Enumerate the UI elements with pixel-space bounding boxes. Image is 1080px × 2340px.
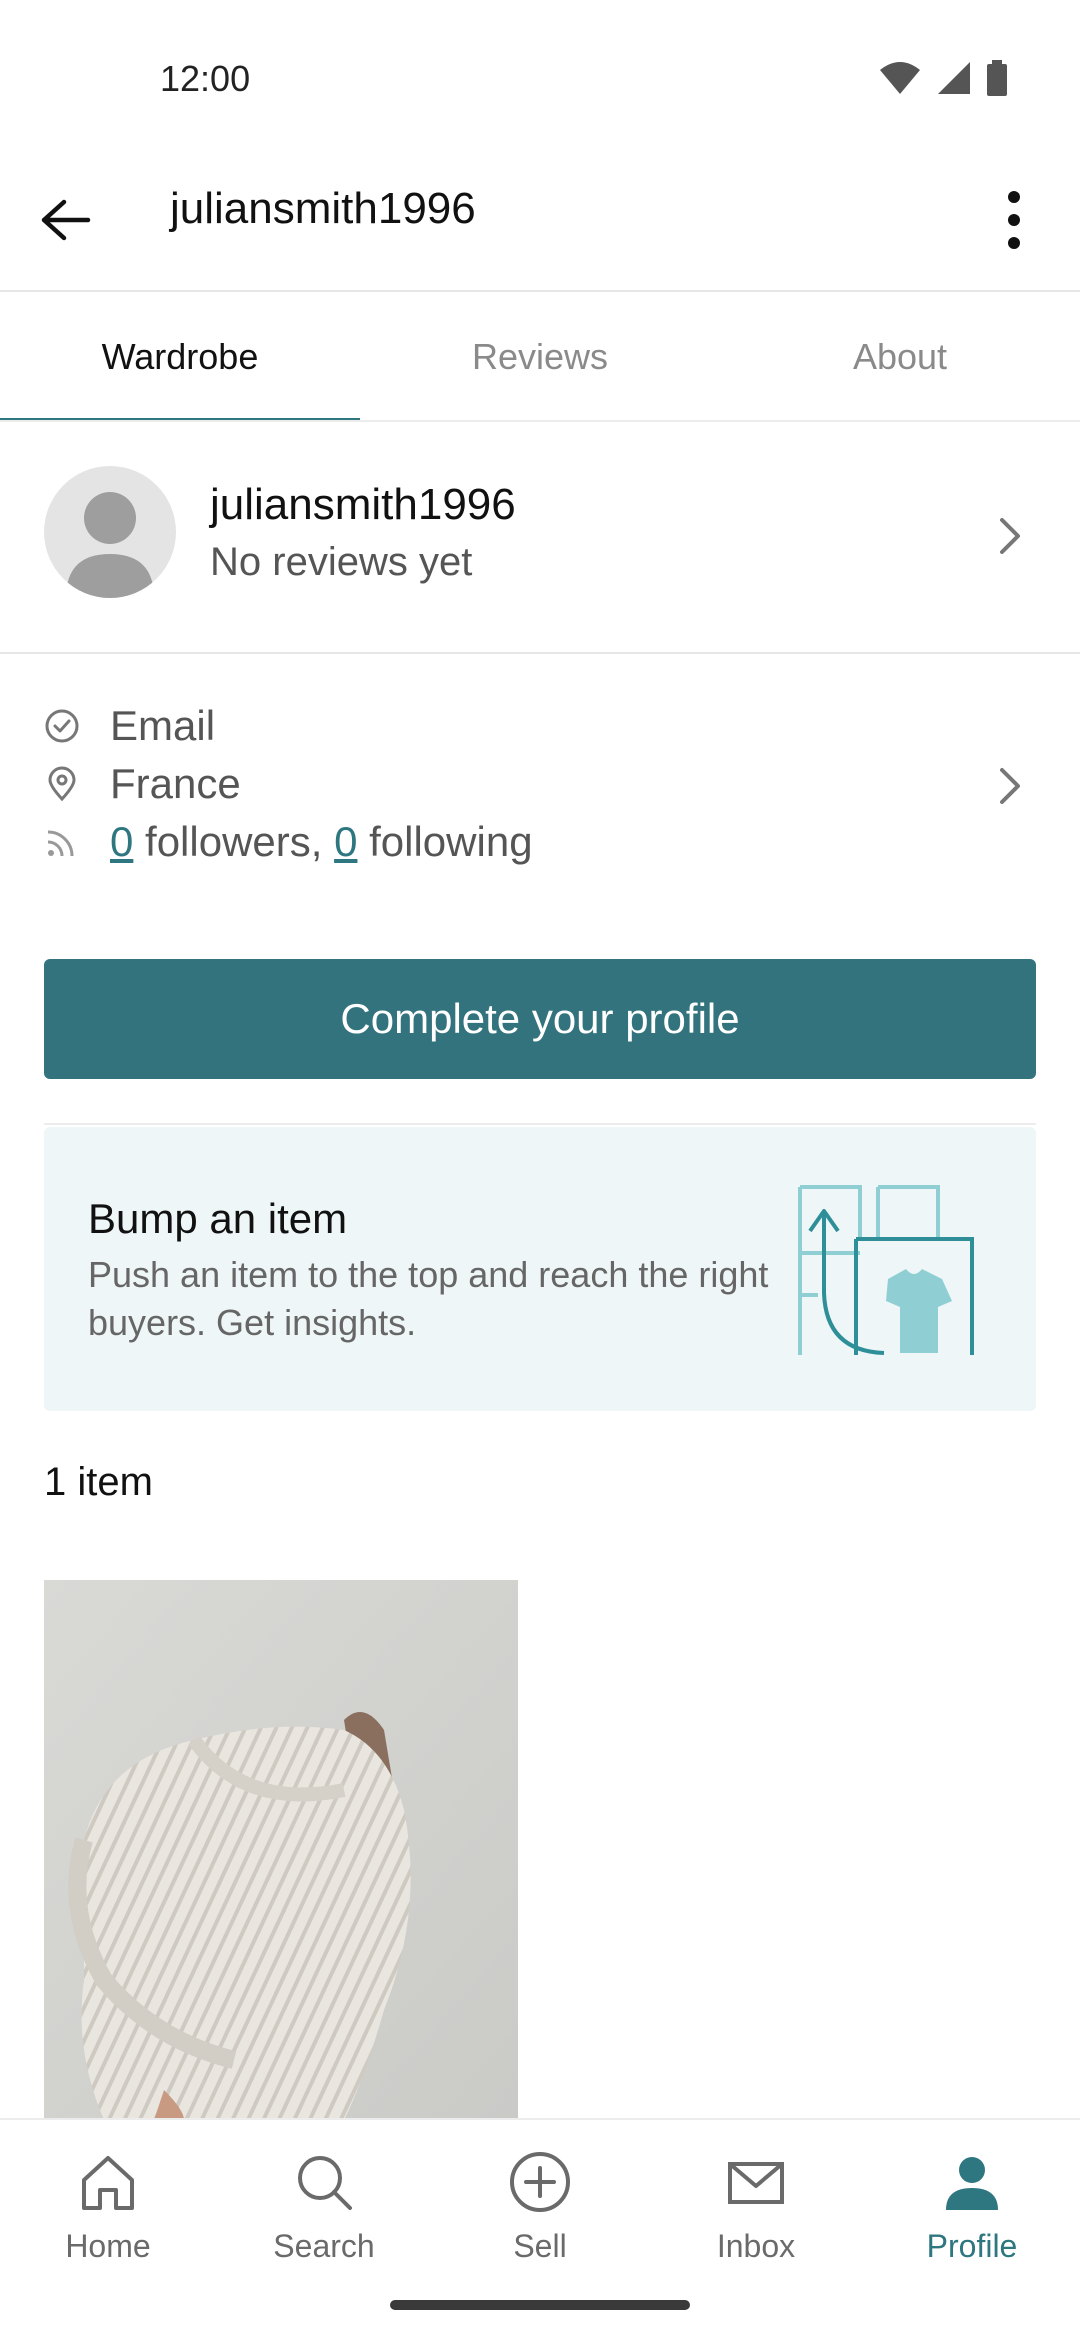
profile-summary-row[interactable]: juliansmith1996 No reviews yet: [0, 422, 1080, 652]
person-placeholder-icon: [66, 492, 154, 598]
profile-username: juliansmith1996: [210, 480, 516, 529]
nav-profile-label: Profile: [926, 2228, 1018, 2264]
verified-label: Email: [110, 702, 216, 749]
page-title: juliansmith1996: [170, 184, 476, 233]
item-photo[interactable]: [44, 1580, 518, 2120]
nav-inbox[interactable]: Inbox: [648, 2150, 864, 2290]
app-bar: juliansmith1996: [0, 150, 1080, 290]
status-time: 12:00: [160, 58, 251, 99]
arrow-left-icon: [41, 199, 91, 241]
bump-item-card[interactable]: Bump an item Push an item to the top and…: [44, 1127, 1036, 1411]
followers-row: 0 followers, 0 following: [44, 814, 533, 870]
signal-icon: [938, 62, 970, 94]
followers-label: followers,: [133, 818, 335, 865]
plus-circle-icon: [510, 2152, 570, 2212]
location-label: France: [110, 760, 241, 807]
bump-title: Bump an item: [88, 1195, 348, 1242]
profile-info-block[interactable]: Email France 0 followers, 0 following: [0, 680, 1080, 880]
gesture-handle: [390, 2300, 690, 2310]
divider: [0, 652, 1080, 654]
following-label: following: [357, 818, 533, 865]
followers-count-link[interactable]: 0: [110, 818, 133, 865]
location-pin-icon: [44, 766, 80, 802]
search-icon: [298, 2156, 352, 2210]
wifi-icon: [880, 62, 920, 94]
chevron-right-icon: [1000, 768, 1020, 804]
tab-wardrobe[interactable]: Wardrobe: [0, 292, 360, 422]
nav-home[interactable]: Home: [0, 2150, 216, 2290]
tab-about[interactable]: About: [720, 292, 1080, 422]
home-icon: [82, 2156, 134, 2210]
nav-search[interactable]: Search: [216, 2150, 432, 2290]
nav-sell-label: Sell: [513, 2228, 567, 2264]
status-bar: 12:00: [0, 0, 1080, 150]
profile-reviews-status: No reviews yet: [210, 540, 473, 584]
nav-sell[interactable]: Sell: [432, 2150, 648, 2290]
nav-home-label: Home: [65, 2228, 151, 2264]
location-row: France: [44, 756, 241, 812]
chevron-right-icon: [1000, 518, 1020, 554]
bump-illustration-icon: [798, 1185, 974, 1355]
followers-text: 0 followers, 0 following: [110, 818, 533, 866]
nav-inbox-label: Inbox: [716, 2228, 796, 2264]
tab-bar: Wardrobe Reviews About: [0, 292, 1080, 422]
tab-reviews[interactable]: Reviews: [360, 292, 720, 422]
mail-icon: [728, 2162, 784, 2204]
person-icon: [946, 2157, 998, 2210]
more-options-button[interactable]: [974, 180, 1054, 260]
rss-icon: [44, 824, 80, 860]
nav-profile[interactable]: Profile: [864, 2150, 1080, 2290]
bump-description: Push an item to the top and reach the ri…: [88, 1254, 769, 1343]
following-count-link[interactable]: 0: [334, 818, 357, 865]
complete-profile-button[interactable]: Complete your profile: [44, 959, 1036, 1079]
verified-row: Email: [44, 698, 215, 754]
status-icons: [878, 60, 1008, 96]
more-vert-icon: [1008, 191, 1020, 249]
avatar: [44, 466, 176, 598]
divider: [44, 1123, 1036, 1125]
battery-icon: [987, 60, 1007, 96]
check-circle-icon: [44, 708, 80, 744]
nav-search-label: Search: [273, 2228, 375, 2264]
items-count: 1 item: [44, 1460, 153, 1504]
sweater-photo: [44, 1580, 518, 2120]
back-button[interactable]: [26, 180, 106, 260]
